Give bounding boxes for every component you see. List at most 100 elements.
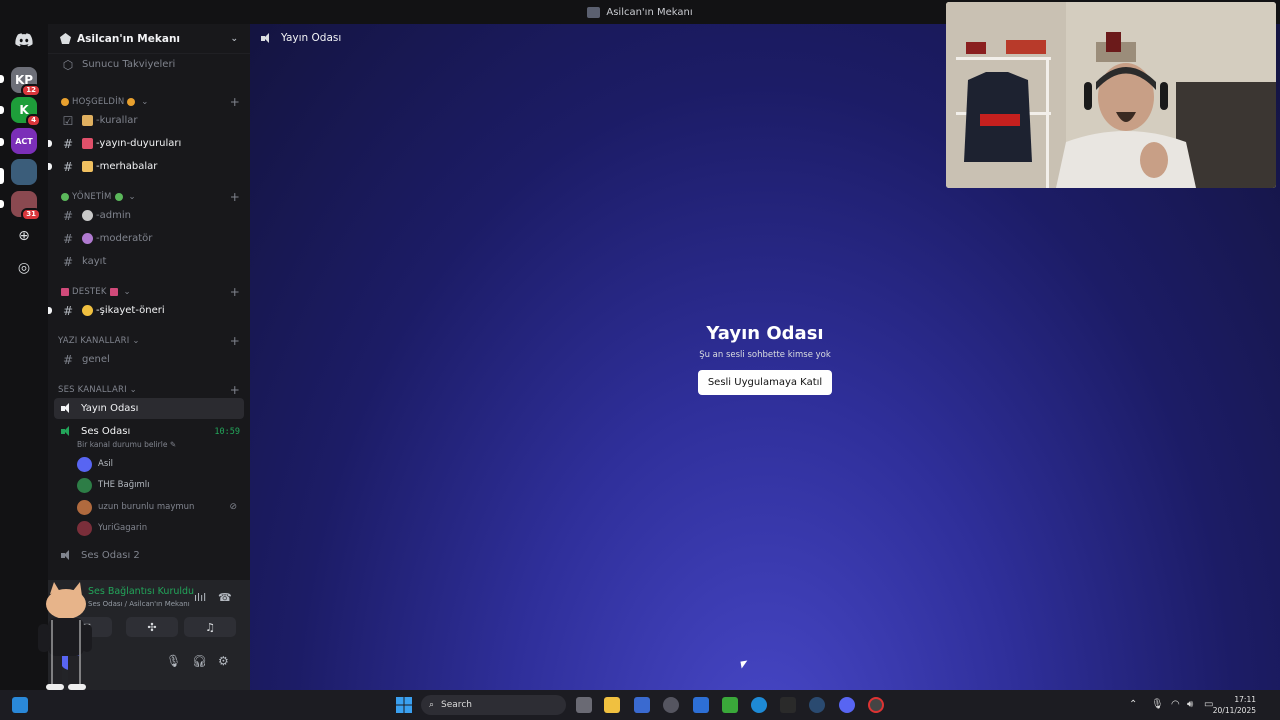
soundboard-icon: ♫ — [205, 620, 215, 634]
avatar — [77, 456, 92, 472]
microphone-icon[interactable]: 🎙︎ — [166, 654, 181, 668]
webcam-overlay — [946, 2, 1276, 188]
server-kick[interactable]: K4 — [11, 97, 41, 127]
add-channel-icon[interactable]: + — [230, 334, 240, 348]
file-explorer-icon[interactable] — [604, 697, 620, 713]
wifi-icon[interactable]: ◠ — [1171, 699, 1180, 710]
epic-games-icon[interactable] — [780, 697, 796, 713]
channel-admin[interactable]: # -admin — [54, 205, 244, 226]
category-hosgeldin[interactable]: HOŞGELDİN ⌄ + — [58, 95, 240, 109]
join-voice-button[interactable]: Sesli Uygulamaya Katıl — [697, 370, 833, 395]
add-channel-icon[interactable]: + — [230, 285, 240, 299]
emoji-icon — [61, 192, 69, 201]
edge-icon[interactable] — [751, 697, 767, 713]
channel-header: Yayın Odası — [260, 32, 341, 44]
channel-title: Yayın Odası — [281, 32, 342, 44]
category-destek[interactable]: DESTEK ⌄ + — [58, 285, 240, 299]
widgets-icon[interactable] — [12, 697, 28, 713]
server-act[interactable]: ACT — [11, 128, 37, 154]
server-kp[interactable]: KP 12 — [11, 67, 41, 97]
voice-member[interactable]: THE Bağımlı — [77, 476, 247, 494]
server-boosts-link[interactable]: ⬡ Sunucu Takviyeleri — [54, 54, 244, 75]
mouse-cursor-icon — [740, 660, 749, 669]
speaker-icon — [261, 32, 274, 44]
hash-icon: # — [62, 231, 74, 246]
task-view-icon[interactable] — [576, 697, 592, 713]
voice-channel-yayin-odasi[interactable]: Yayın Odası — [54, 398, 244, 419]
hash-icon: # — [62, 352, 74, 367]
channel-merhabalar[interactable]: # -merhabalar — [48, 156, 244, 177]
empty-subtitle: Şu an sesli sohbette kimse yok — [699, 350, 831, 360]
microphone-icon[interactable]: 🎙︎ — [1151, 699, 1164, 710]
server-anime[interactable]: 31 — [11, 191, 41, 221]
server-boost-icon — [60, 33, 71, 44]
empty-title: Yayın Odası — [706, 323, 824, 344]
app-icon[interactable] — [693, 697, 709, 713]
steam-icon[interactable] — [809, 697, 825, 713]
hash-icon: # — [62, 159, 74, 174]
channel-kurallar[interactable]: ☑ -kurallar — [54, 110, 244, 131]
unread-indicator — [48, 140, 52, 147]
pencil-icon: ✎ — [169, 440, 177, 449]
channel-sikayet-oneri[interactable]: # -şikayet-öneri — [48, 300, 244, 321]
megaphone-emoji-icon — [82, 138, 93, 149]
speaker-icon — [61, 426, 74, 437]
discord-icon[interactable] — [839, 697, 855, 713]
channel-yayin-duyurulari[interactable]: # -yayın-duyuruları — [48, 133, 244, 154]
voice-location[interactable]: Ses Odası / Asilcan'ın Mekanı — [88, 600, 190, 608]
volume-icon[interactable]: 🔊︎ — [1187, 699, 1193, 710]
gear-icon[interactable]: ⚙ — [218, 654, 229, 668]
category-yonetim[interactable]: YÖNETİM ⌄ + — [58, 190, 240, 204]
voice-channel-ses-odasi[interactable]: Ses Odası 10:59 — [54, 421, 244, 442]
channel-genel[interactable]: # genel — [54, 349, 244, 370]
voice-member[interactable]: Asil — [77, 455, 247, 473]
voice-channel-ses-odasi-2[interactable]: Ses Odası 2 — [54, 545, 244, 566]
channel-status-prompt[interactable]: Bir kanal durumu belirle ✎ — [77, 440, 176, 449]
start-button[interactable] — [396, 697, 412, 713]
boost-icon: ⬡ — [62, 57, 74, 72]
store-icon[interactable] — [634, 697, 650, 713]
unread-indicator — [48, 163, 52, 170]
soundboard-button[interactable]: ♫ — [184, 617, 236, 637]
bell-emoji-icon — [82, 305, 93, 316]
disconnect-icon[interactable]: ☎ — [218, 591, 232, 604]
obs-icon[interactable] — [868, 697, 884, 713]
muted-mic-icon: ⊘ — [229, 502, 237, 512]
window-title: Asilcan'ın Mekanı — [606, 6, 693, 18]
category-yazi-kanallari[interactable]: YAZI KANALLARI ⌄ + — [58, 334, 240, 348]
windows-taskbar: ⌕ Search ⌃ 🎙︎ ◠ 🔊︎ ▭ 17:11 20/11/2025 — [0, 690, 1280, 720]
activities-icon: ✣ — [147, 620, 157, 634]
voice-member[interactable]: YuriGagarin — [77, 519, 247, 537]
speaker-icon — [61, 550, 74, 561]
add-channel-icon[interactable]: + — [230, 95, 240, 109]
app-icon[interactable] — [663, 697, 679, 713]
discover-icon[interactable]: ◎ — [14, 258, 34, 278]
hash-icon: # — [62, 254, 74, 269]
channel-moderator[interactable]: # -moderatör — [54, 228, 244, 249]
add-server-icon[interactable]: ⊕ — [14, 226, 34, 246]
voice-member[interactable]: uzun burunlu maymun ⊘ — [77, 498, 247, 516]
taskbar-search[interactable]: ⌕ Search — [421, 695, 566, 715]
voice-status[interactable]: Ses Bağlantısı Kuruldu — [88, 586, 194, 597]
minecraft-icon[interactable] — [722, 697, 738, 713]
hash-icon: # — [62, 208, 74, 223]
discord-home-icon[interactable] — [11, 27, 37, 53]
activities-button[interactable]: ✣ — [126, 617, 178, 637]
rules-icon: ☑ — [62, 113, 74, 128]
taskbar-clock[interactable]: 17:11 20/11/2025 — [1213, 694, 1256, 716]
emoji-icon — [114, 192, 123, 201]
channel-kayit[interactable]: # kayıt — [54, 251, 244, 272]
mention-badge: 4 — [26, 114, 41, 127]
noise-suppression-icon[interactable]: ılıl — [194, 591, 206, 604]
chevron-up-icon[interactable]: ⌃ — [1129, 699, 1137, 710]
server-car[interactable] — [11, 159, 37, 185]
add-channel-icon[interactable]: + — [230, 383, 240, 397]
server-header[interactable]: Asilcan'ın Mekanı ⌄ — [48, 24, 250, 54]
skull-emoji-icon — [82, 210, 93, 221]
headphones-icon[interactable]: 🎧︎ — [192, 654, 207, 668]
chevron-down-icon[interactable]: ⌄ — [230, 34, 238, 44]
wave-emoji-icon — [82, 161, 93, 172]
add-channel-icon[interactable]: + — [230, 190, 240, 204]
category-ses-kanallari[interactable]: SES KANALLARI ⌄ + — [58, 383, 240, 397]
avatar — [77, 477, 92, 493]
